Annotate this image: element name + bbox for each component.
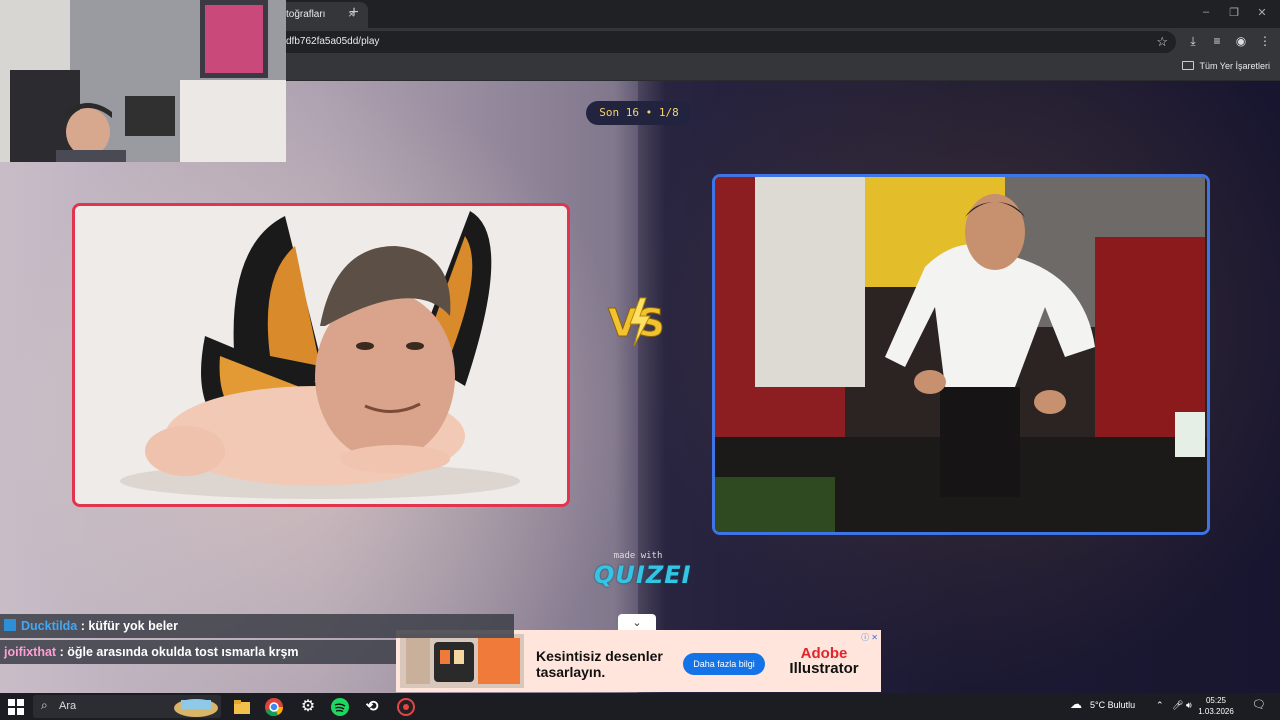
address-bar[interactable]: dfb762fa5a05dd/play ☆	[276, 31, 1176, 53]
minimize-button[interactable]: –	[1196, 6, 1216, 18]
ad-thumbnail	[400, 634, 524, 688]
profile-icon[interactable]: ◉	[1232, 34, 1250, 48]
weather-label[interactable]: 5°C Bulutlu	[1090, 700, 1135, 710]
ad-banner[interactable]: Kesintisiz desenler tasarlayın. Daha faz…	[396, 630, 881, 692]
versus-icon: VS	[608, 297, 665, 347]
round-badge: Son 16 • 1/8	[586, 101, 692, 125]
new-tab-button[interactable]: +	[344, 4, 364, 22]
bookmark-star-icon[interactable]: ☆	[1156, 34, 1168, 50]
ad-brand-line1: Adobe	[800, 645, 848, 662]
ad-title: Kesintisiz desenler tasarlayın.	[536, 648, 663, 680]
all-bookmarks-link[interactable]: Tüm Yer İşaretleri	[1182, 61, 1270, 71]
microphone-icon[interactable]: 🎤︎	[1172, 700, 1183, 711]
menu-icon[interactable]: ⋮	[1256, 34, 1274, 48]
taskbar-clock[interactable]: 05:25 1.03.2026	[1198, 695, 1234, 717]
chat-message: joifixthat : öğle arasında okulda tost ı…	[0, 640, 396, 664]
maximize-button[interactable]: ❐	[1224, 6, 1244, 19]
weather-icon[interactable]: ☁	[1070, 697, 1082, 711]
search-highlight-icon	[174, 699, 218, 717]
webcam-overlay	[0, 0, 286, 162]
search-icon: ⌕	[41, 698, 48, 712]
chat-username: Ducktilda	[21, 619, 78, 633]
tray-chevron-icon[interactable]: ⌃	[1156, 700, 1164, 711]
volume-icon[interactable]: 🔊︎	[1186, 700, 1192, 711]
folder-icon	[1182, 61, 1195, 70]
ad-brand-line2: Illustrator	[789, 660, 859, 677]
chrome-icon[interactable]	[264, 697, 284, 717]
ad-learn-more-button[interactable]: Daha fazla bilgi	[683, 653, 765, 675]
media-control-icon[interactable]: ≡	[1208, 34, 1226, 48]
url-text: dfb762fa5a05dd/play	[286, 36, 380, 47]
all-bookmarks-label: Tüm Yer İşaretleri	[1199, 61, 1270, 71]
close-window-button[interactable]: ✕	[1252, 6, 1272, 19]
made-with-label: made with	[613, 551, 663, 561]
app-icon[interactable]: ⟲	[362, 697, 382, 717]
chat-text: : küfür yok beler	[77, 619, 178, 633]
choice-card-right[interactable]	[712, 174, 1210, 535]
clock-date: 1.03.2026	[1198, 707, 1234, 716]
windows-start-icon[interactable]	[8, 699, 24, 715]
tab-title: toğrafları	[286, 9, 326, 20]
ad-brand: Adobe Illustrator	[778, 646, 870, 676]
taskbar-search[interactable]: ⌕ Ara	[33, 695, 221, 718]
notification-icon[interactable]: 🗨︎	[1252, 698, 1266, 711]
download-icon[interactable]: ⤓	[1184, 34, 1202, 49]
spotify-icon[interactable]	[330, 697, 350, 717]
file-explorer-icon[interactable]	[232, 697, 252, 717]
choice-image-right	[715, 177, 1207, 532]
chat-badge-icon	[4, 619, 16, 631]
chat-text: : öğle arasında okulda tost ısmarla krşm	[56, 645, 299, 659]
search-label: Ara	[59, 700, 77, 712]
clock-time: 05:25	[1205, 696, 1227, 705]
chat-username: joifixthat	[4, 645, 57, 659]
chat-message: Ducktilda : küfür yok beler	[0, 614, 514, 638]
quizei-logo[interactable]: QUIZEI	[594, 561, 691, 589]
settings-icon[interactable]: ⚙	[298, 697, 318, 717]
windows-taskbar: ⌕ Ara ⚙ ⟲ ☁ 5°C Bulutlu ⌃ 🎤︎ 🔊︎ 05:25 1.…	[0, 693, 1280, 720]
choice-image-left	[75, 206, 567, 504]
choice-card-left[interactable]	[72, 203, 570, 507]
quiz-page: Son 16 • 1/8 VS	[0, 81, 1280, 693]
webcam-feed	[0, 0, 286, 162]
ad-info-icon[interactable]: ⓘ ✕	[861, 632, 878, 643]
obs-recorder-icon[interactable]	[396, 697, 416, 717]
